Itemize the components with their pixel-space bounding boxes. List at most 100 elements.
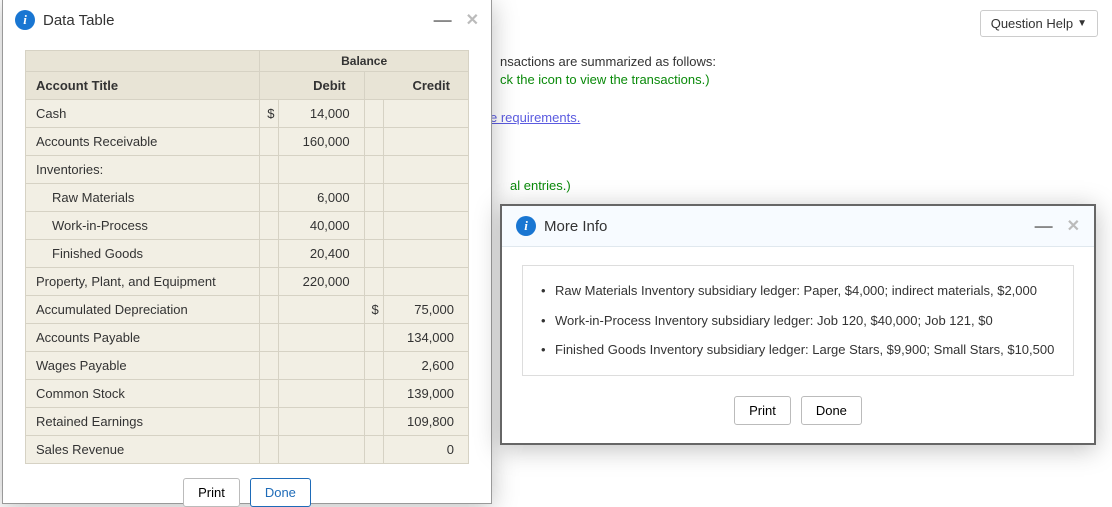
credit-currency-cell [364, 128, 383, 156]
table-row: Retained Earnings 109,800 [26, 408, 469, 436]
credit-currency-cell [364, 240, 383, 268]
table-row: Sales Revenue 0 [26, 436, 469, 464]
caret-down-icon: ▼ [1077, 18, 1087, 29]
modal-header: i Data Table — ✕ [3, 0, 491, 40]
credit-cell [383, 268, 468, 296]
account-title-cell: Retained Earnings [26, 408, 260, 436]
table-row: Wages Payable 2,600 [26, 352, 469, 380]
list-item: Raw Materials Inventory subsidiary ledge… [537, 282, 1059, 300]
account-title-cell: Sales Revenue [26, 436, 260, 464]
credit-cell: 2,600 [383, 352, 468, 380]
debit-currency-cell: $ [260, 100, 279, 128]
bg-text-click-icon: ck the icon to view the transactions.) [500, 72, 710, 87]
credit-currency-cell [364, 184, 383, 212]
account-title-cell: Accumulated Depreciation [26, 296, 260, 324]
list-item: Work-in-Process Inventory subsidiary led… [537, 312, 1059, 330]
account-title-cell: Accounts Payable [26, 324, 260, 352]
debit-cell [279, 436, 364, 464]
debit-currency-cell [260, 156, 279, 184]
table-row: Inventories: [26, 156, 469, 184]
minimize-icon[interactable]: — [1035, 221, 1053, 231]
credit-cell [383, 100, 468, 128]
question-help-label: Question Help [991, 16, 1073, 31]
table-row: Accumulated Depreciation $75,000 [26, 296, 469, 324]
table-row: Accounts Payable134,000 [26, 324, 469, 352]
data-table-modal: i Data Table — ✕ Balance Account Title D… [2, 0, 492, 504]
table-row: Raw Materials6,000 [26, 184, 469, 212]
debit-currency-cell [260, 436, 279, 464]
credit-currency-cell: $ [364, 296, 383, 324]
credit-currency-cell [364, 212, 383, 240]
table-row: Finished Goods 20,400 [26, 240, 469, 268]
col-account: Account Title [26, 72, 260, 100]
window-controls: — ✕ [434, 10, 479, 30]
account-title-cell: Work-in-Process [26, 212, 260, 240]
table-row: Property, Plant, and Equipment220,000 [26, 268, 469, 296]
close-icon[interactable]: ✕ [1067, 216, 1080, 236]
list-item: Finished Goods Inventory subsidiary ledg… [537, 341, 1059, 359]
more-info-title: More Info [536, 218, 1035, 235]
print-button[interactable]: Print [183, 478, 240, 507]
credit-currency-cell [364, 436, 383, 464]
window-controls: — ✕ [1035, 216, 1080, 236]
credit-cell: 139,000 [383, 380, 468, 408]
col-debit: Debit [260, 72, 364, 100]
credit-cell: 75,000 [383, 296, 468, 324]
account-title-cell: Inventories: [26, 156, 260, 184]
credit-cell [383, 184, 468, 212]
account-title-cell: Accounts Receivable [26, 128, 260, 156]
debit-cell [279, 380, 364, 408]
debit-cell [279, 324, 364, 352]
debit-cell [279, 156, 364, 184]
debit-currency-cell [260, 240, 279, 268]
credit-currency-cell [364, 408, 383, 436]
bg-text-entries: al entries.) [510, 178, 571, 193]
more-info-header: i More Info — ✕ [502, 206, 1094, 247]
close-icon[interactable]: ✕ [466, 10, 479, 30]
data-table-footer: Print Done [3, 464, 491, 507]
credit-cell [383, 156, 468, 184]
account-title-cell: Cash [26, 100, 260, 128]
requirements-link[interactable]: e requirements. [490, 110, 580, 125]
debit-currency-cell [260, 268, 279, 296]
account-title-cell: Common Stock [26, 380, 260, 408]
minimize-icon[interactable]: — [434, 15, 452, 25]
credit-cell: 0 [383, 436, 468, 464]
done-button[interactable]: Done [250, 478, 311, 507]
debit-currency-cell [260, 352, 279, 380]
debit-cell: 20,400 [279, 240, 364, 268]
debit-cell [279, 408, 364, 436]
debit-cell: 40,000 [279, 212, 364, 240]
info-icon: i [15, 10, 35, 30]
credit-cell [383, 128, 468, 156]
credit-currency-cell [364, 380, 383, 408]
table-row: Work-in-Process 40,000 [26, 212, 469, 240]
debit-currency-cell [260, 380, 279, 408]
more-info-footer: Print Done [502, 380, 1094, 443]
credit-currency-cell [364, 156, 383, 184]
print-button[interactable]: Print [734, 396, 791, 425]
debit-currency-cell [260, 212, 279, 240]
ledger-table: Balance Account Title Debit Credit Cash$… [25, 50, 469, 464]
done-button[interactable]: Done [801, 396, 862, 425]
account-title-cell: Property, Plant, and Equipment [26, 268, 260, 296]
account-title-cell: Raw Materials [26, 184, 260, 212]
debit-cell [279, 352, 364, 380]
info-icon: i [516, 216, 536, 236]
credit-cell: 109,800 [383, 408, 468, 436]
debit-currency-cell [260, 184, 279, 212]
debit-currency-cell [260, 128, 279, 156]
debit-cell: 160,000 [279, 128, 364, 156]
account-title-cell: Wages Payable [26, 352, 260, 380]
credit-currency-cell [364, 268, 383, 296]
info-box: Raw Materials Inventory subsidiary ledge… [522, 265, 1074, 376]
bg-text-transactions: nsactions are summarized as follows: [500, 54, 716, 69]
debit-currency-cell [260, 408, 279, 436]
question-help-button[interactable]: Question Help ▼ [980, 10, 1098, 37]
debit-currency-cell [260, 324, 279, 352]
account-title-cell: Finished Goods [26, 240, 260, 268]
table-row: Accounts Receivable 160,000 [26, 128, 469, 156]
debit-cell: 14,000 [279, 100, 364, 128]
table-row: Cash$14,000 [26, 100, 469, 128]
more-info-body: Raw Materials Inventory subsidiary ledge… [502, 247, 1094, 380]
